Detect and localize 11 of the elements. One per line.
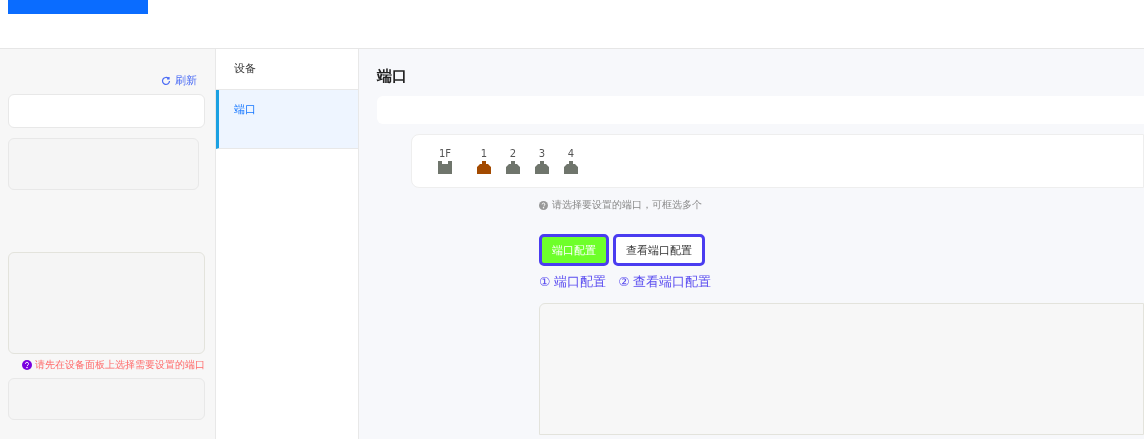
refresh-icon bbox=[161, 75, 171, 86]
hint-text: 请先在设备面板上选择需要设置的端口 bbox=[35, 358, 205, 372]
annotation-label: ① 端口配置 bbox=[539, 274, 607, 291]
config-button[interactable]: 查看端口配置 bbox=[613, 234, 705, 266]
hint-text: 请选择要设置的端口，可框选多个 bbox=[552, 198, 702, 212]
sidebar-item[interactable]: 端口 bbox=[216, 90, 358, 149]
annotation-label: ② 查看端口配置 bbox=[618, 274, 712, 291]
page-title: 端口 bbox=[377, 67, 408, 86]
help-icon bbox=[539, 200, 548, 210]
help-icon bbox=[22, 360, 32, 370]
refresh-link[interactable]: 刷新 bbox=[161, 73, 197, 88]
